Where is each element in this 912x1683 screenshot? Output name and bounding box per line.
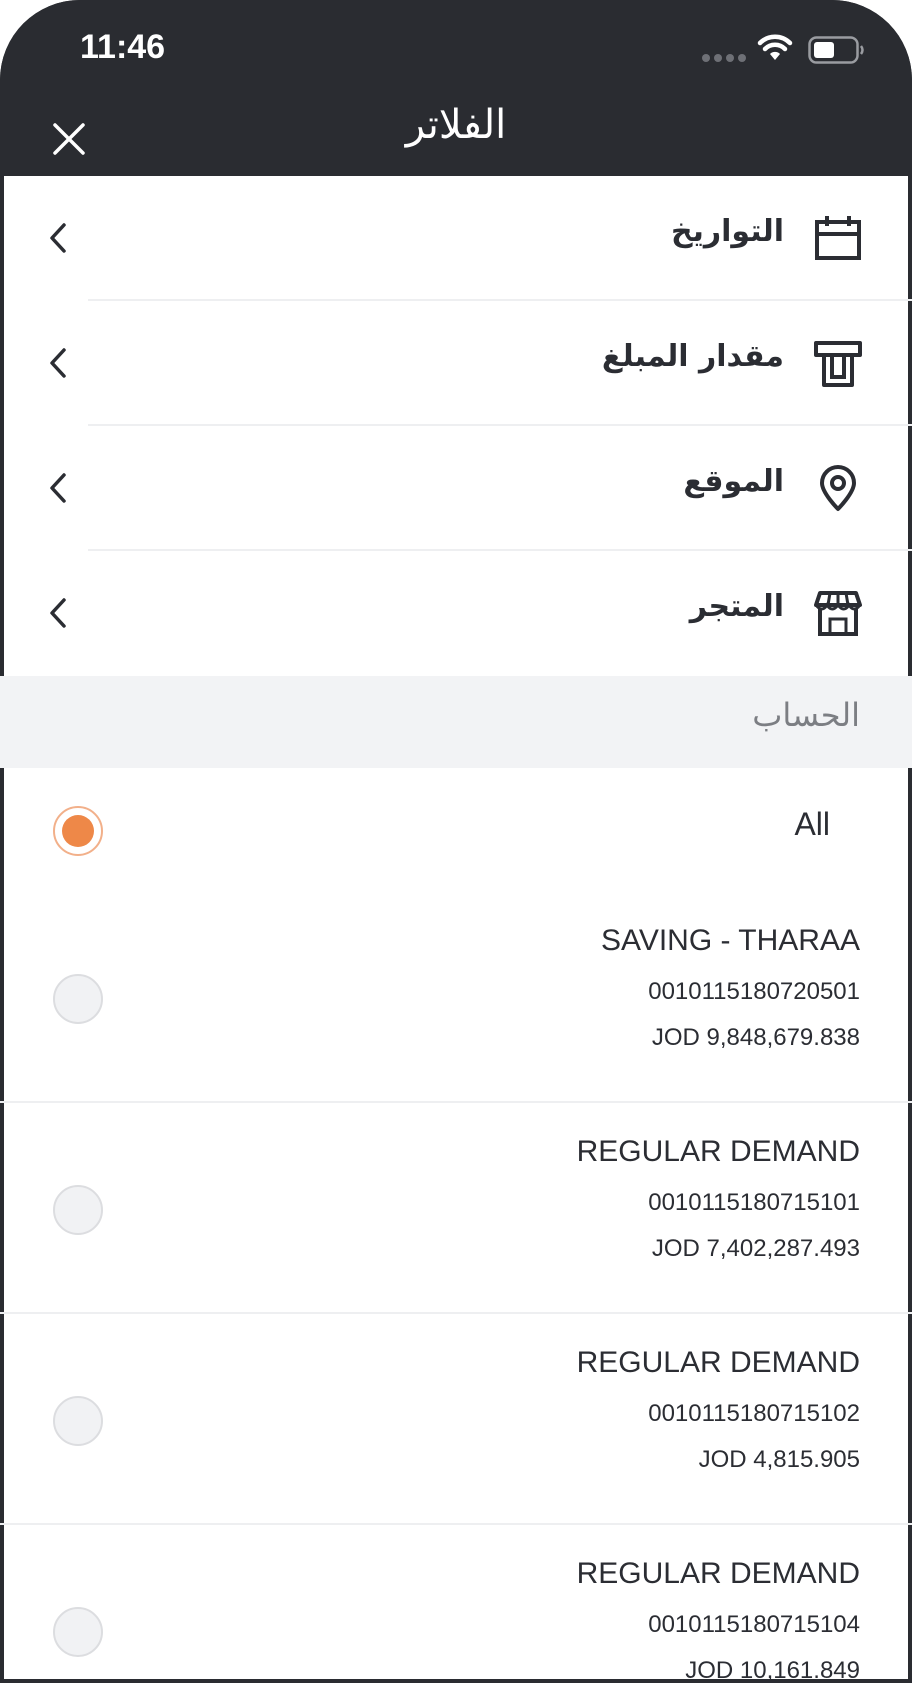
account-balance: JOD 10,161.849 — [685, 1657, 860, 1683]
account-name: SAVING - THARAA — [601, 924, 860, 957]
radio-dot — [62, 815, 94, 847]
battery-icon — [808, 36, 864, 64]
filter-amount[interactable]: مقدار المبلغ — [0, 301, 912, 426]
radio-button[interactable] — [53, 1396, 103, 1446]
cellular-signal-icon — [702, 54, 746, 62]
header-bar: 11:46 الفلاتر — [0, 0, 912, 176]
account-number: 0010115180715104 — [648, 1611, 860, 1638]
status-time: 11:46 — [80, 28, 166, 66]
filter-label: مقدار المبلغ — [601, 339, 784, 374]
account-balance: JOD 4,815.905 — [698, 1446, 860, 1473]
account-list: All SAVING - THARAA 0010115180720501 JOD… — [0, 768, 912, 1683]
account-number: 0010115180720501 — [648, 978, 860, 1005]
account-balance: JOD 7,402,287.493 — [651, 1235, 860, 1262]
section-title: الحساب — [752, 696, 860, 734]
filter-label: التواريخ — [670, 214, 784, 249]
filter-label: المتجر — [689, 589, 784, 624]
chevron-left-icon — [50, 598, 66, 628]
filter-location[interactable]: الموقع — [0, 426, 912, 551]
account-option[interactable]: REGULAR DEMAND 0010115180715104 JOD 10,1… — [0, 1525, 912, 1683]
account-name: REGULAR DEMAND — [576, 1557, 860, 1590]
account-section-header: الحساب — [0, 676, 912, 768]
filter-list: التواريخ مقدار المبلغ الموقع المتجر — [0, 176, 912, 676]
radio-button[interactable] — [53, 974, 103, 1024]
all-label: All — [794, 806, 830, 842]
account-option-all[interactable]: All — [0, 768, 912, 892]
page-title: الفلاتر — [405, 102, 507, 148]
radio-selected[interactable] — [53, 806, 103, 856]
filter-label: الموقع — [683, 464, 784, 499]
chevron-left-icon — [50, 473, 66, 503]
chevron-left-icon — [50, 223, 66, 253]
filter-dates[interactable]: التواريخ — [0, 176, 912, 301]
filter-store[interactable]: المتجر — [0, 551, 912, 676]
account-option[interactable]: SAVING - THARAA 0010115180720501 JOD 9,8… — [0, 892, 912, 1103]
account-option[interactable]: REGULAR DEMAND 0010115180715101 JOD 7,40… — [0, 1103, 912, 1314]
atm-icon — [814, 341, 862, 387]
account-number: 0010115180715101 — [648, 1189, 860, 1216]
account-number: 0010115180715102 — [648, 1400, 860, 1427]
chevron-left-icon — [50, 348, 66, 378]
radio-button[interactable] — [53, 1607, 103, 1657]
account-option[interactable]: REGULAR DEMAND 0010115180715102 JOD 4,81… — [0, 1314, 912, 1525]
account-balance: JOD 9,848,679.838 — [651, 1024, 860, 1051]
phone-screen: 11:46 الفلاتر التواريخ مقدار المبلغ المو… — [0, 0, 912, 1683]
wifi-icon — [757, 34, 793, 60]
location-pin-icon — [820, 465, 856, 511]
account-name: REGULAR DEMAND — [576, 1135, 860, 1168]
store-icon — [814, 591, 862, 636]
radio-button[interactable] — [53, 1185, 103, 1235]
calendar-icon — [815, 216, 861, 260]
account-name: REGULAR DEMAND — [576, 1346, 860, 1379]
